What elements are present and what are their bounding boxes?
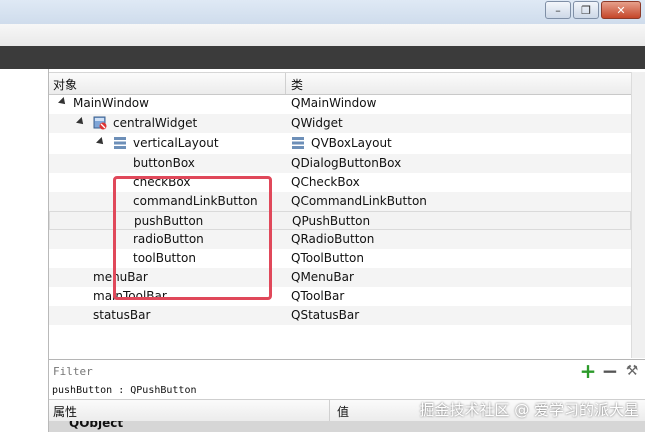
filter-input[interactable] [51,362,575,380]
vbox-layout-icon [113,136,127,150]
object-name: verticalLayout [133,136,219,150]
object-class: QToolButton [291,251,364,265]
object-name: statusBar [93,308,151,322]
column-header-value[interactable]: 值 [337,403,349,420]
object-class: QRadioButton [291,232,375,246]
widget-icon [93,116,107,130]
object-class: QDialogButtonBox [291,156,402,170]
tree-row-centralwidget[interactable]: centralWidget QWidget [49,114,631,133]
object-tree: MainWindow QMainWindow centralWidget QWi… [49,94,645,355]
object-name: MainWindow [73,96,149,110]
close-button[interactable]: ✕ [601,1,641,19]
tree-row-statusbar[interactable]: statusBar QStatusBar [49,306,631,325]
column-header-object[interactable]: 对象 [53,76,77,93]
expand-arrow-icon[interactable] [96,137,106,147]
tree-row-verticallayout[interactable]: verticalLayout QVBoxLayout [49,134,631,153]
highlight-box [113,176,272,300]
object-class: QVBoxLayout [311,136,392,150]
vbox-layout-icon [291,136,305,150]
object-class: QStatusBar [291,308,360,322]
property-section-qobject[interactable]: QObject [49,421,645,432]
object-name: centralWidget [113,116,198,130]
object-name: buttonBox [133,156,195,170]
tree-row-mainwindow[interactable]: MainWindow QMainWindow [49,94,631,113]
object-class: QToolBar [291,289,345,303]
title-bar: – ❐ ✕ [0,0,645,24]
expand-arrow-icon[interactable] [58,97,68,107]
restore-button[interactable]: ❐ [573,1,599,19]
object-class: QPushButton [292,214,371,228]
toolbar-area [0,46,645,69]
object-class: QMenuBar [291,270,354,284]
left-area [0,69,48,432]
watermark: 掘金技术社区 @ 爱学习的派大星 [419,401,639,419]
plus-icon[interactable]: + [579,359,597,383]
object-class: QMainWindow [291,96,377,110]
menu-strip [0,24,645,46]
selected-object-label: pushButton : QPushButton [49,382,645,400]
section-label: QObject [69,421,124,430]
object-class: QCheckBox [291,175,360,189]
column-header-class[interactable]: 类 [291,76,303,93]
minimize-button[interactable]: – [545,1,571,19]
wrench-icon[interactable]: ⚒ [623,362,641,380]
filter-bar: + − ⚒ [49,359,645,383]
expand-arrow-icon[interactable] [76,117,86,127]
object-inspector-panel: 对象 类 MainWindow QMainWindow centralWidge… [48,69,645,432]
vertical-scrollbar[interactable] [631,72,645,358]
tree-header: 对象 类 [49,72,645,95]
column-header-property[interactable]: 属性 [53,403,77,420]
object-class: QWidget [291,116,343,130]
tree-row-buttonbox[interactable]: buttonBox QDialogButtonBox [49,154,631,173]
object-class: QCommandLinkButton [291,194,427,208]
minus-icon[interactable]: − [601,359,619,383]
